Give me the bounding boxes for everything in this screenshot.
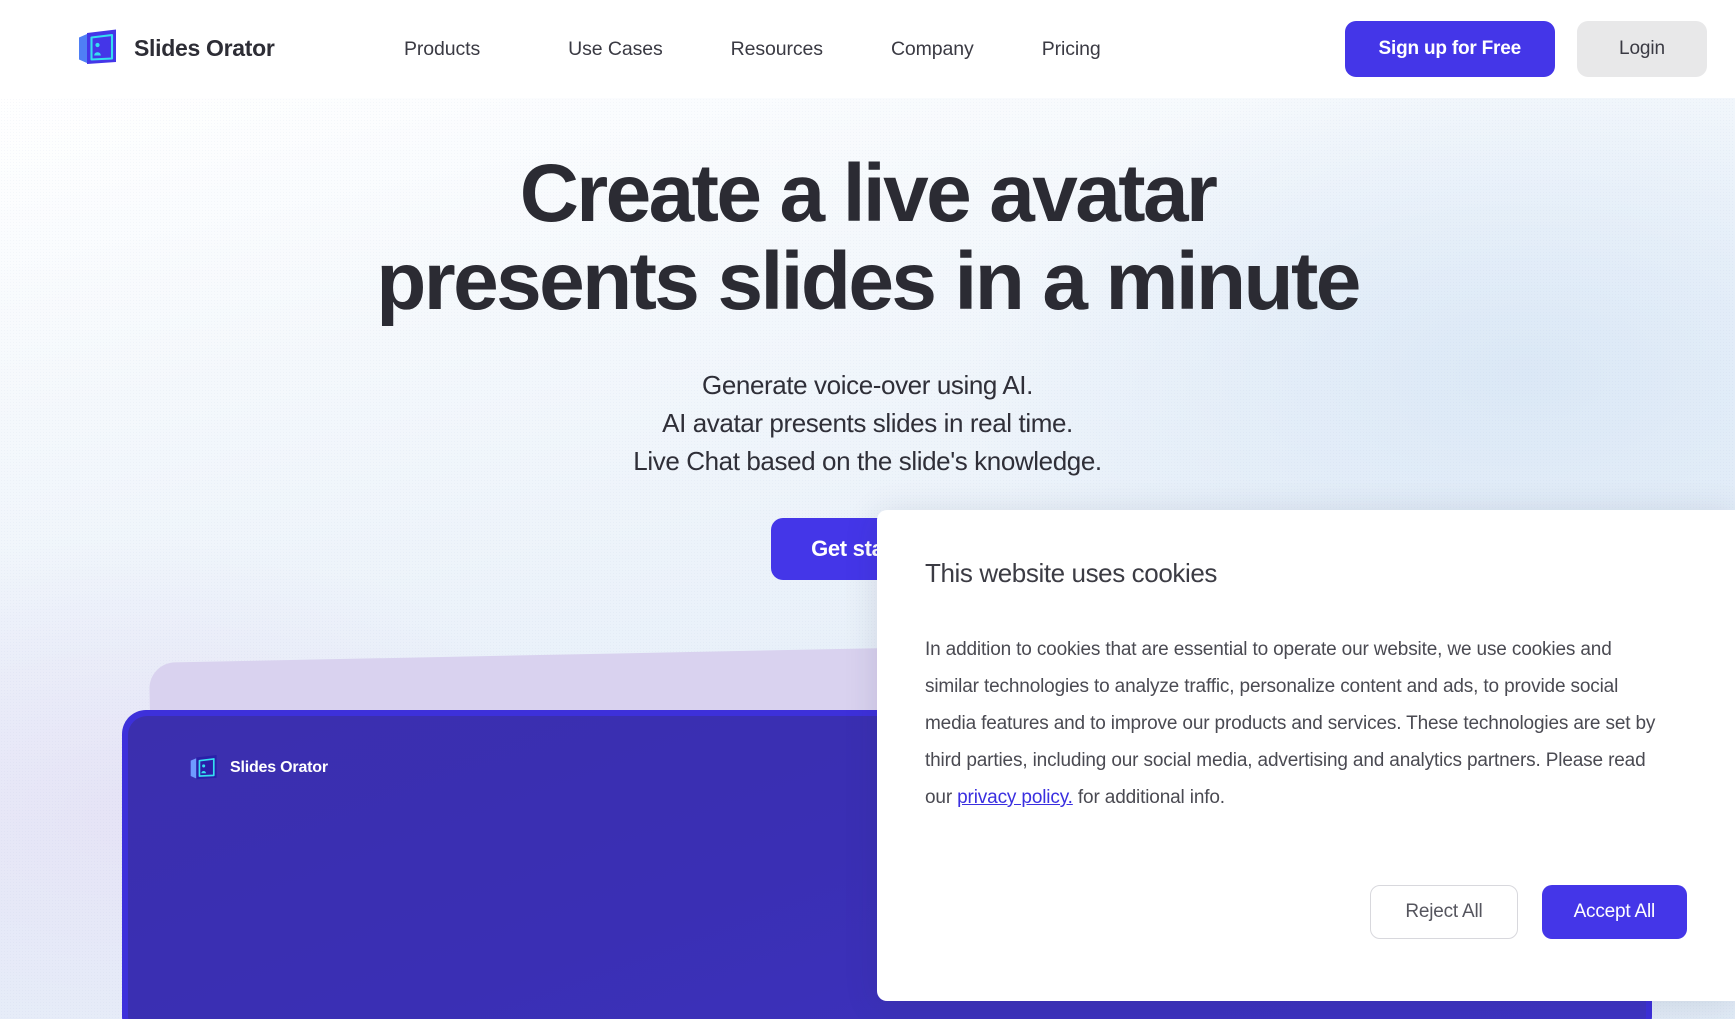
privacy-policy-link[interactable]: privacy policy.	[957, 787, 1073, 808]
cookie-body-text-part-1: In addition to cookies that are essentia…	[925, 639, 1656, 808]
hero-subtitle-line-3: Live Chat based on the slide's knowledge…	[633, 446, 1102, 476]
brand-logo[interactable]: Slides Orator	[76, 28, 275, 68]
cookie-consent-banner: This website uses cookies In addition to…	[877, 510, 1735, 1001]
hero-subtitle-line-1: Generate voice-over using AI.	[702, 370, 1033, 400]
accept-all-button[interactable]: Accept All	[1541, 885, 1687, 939]
landing-page: Slides Orator Products Use Cases Resourc…	[0, 0, 1735, 1019]
main-navigation: Products Use Cases Resources Company Pri…	[404, 0, 1101, 98]
cookie-banner-body: In addition to cookies that are essentia…	[925, 631, 1665, 816]
page-title: Create a live avatar presents slides in …	[0, 150, 1735, 326]
cookie-body-text-part-2: for additional info.	[1072, 787, 1225, 808]
cookie-banner-title: This website uses cookies	[925, 558, 1218, 588]
login-button[interactable]: Login	[1577, 21, 1707, 77]
hero-title-line-1: Create a live avatar	[519, 148, 1218, 239]
hero-title-line-2: presents slides in a minute	[376, 236, 1361, 327]
cookie-banner-actions: Reject All Accept All	[1370, 885, 1687, 939]
nav-item-pricing[interactable]: Pricing	[1042, 30, 1101, 69]
nav-item-use-cases[interactable]: Use Cases	[568, 30, 663, 69]
reject-all-button[interactable]: Reject All	[1370, 885, 1518, 939]
deck-brand-name: Slides Orator	[230, 759, 328, 776]
slides-orator-logo-icon	[190, 755, 217, 780]
nav-item-products[interactable]: Products	[404, 30, 480, 69]
site-header: Slides Orator Products Use Cases Resourc…	[0, 0, 1735, 98]
sign-up-button[interactable]: Sign up for Free	[1344, 21, 1555, 77]
slides-orator-logo-icon	[79, 29, 116, 64]
deck-brand-logo: Slides Orator	[188, 754, 328, 782]
nav-item-company[interactable]: Company	[891, 30, 974, 69]
hero-subtitle-line-2: AI avatar presents slides in real time.	[662, 408, 1073, 438]
hero-subtitle: Generate voice-over using AI. AI avatar …	[0, 366, 1735, 480]
header-actions: Sign up for Free Login	[1344, 21, 1707, 77]
nav-item-resources[interactable]: Resources	[731, 30, 823, 69]
hero-section: Create a live avatar presents slides in …	[0, 98, 1735, 580]
brand-name: Slides Orator	[134, 34, 275, 61]
